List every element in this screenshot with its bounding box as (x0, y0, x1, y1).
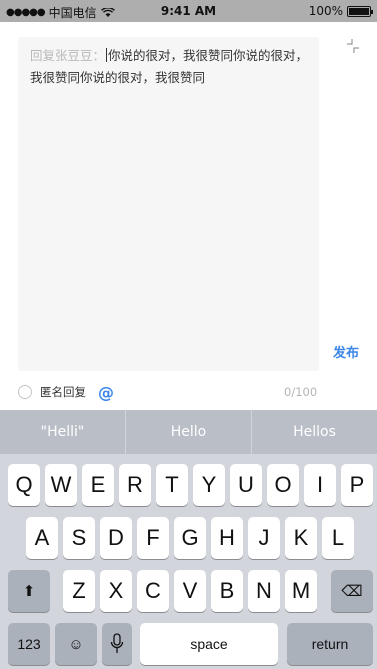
keyboard: "Helli" Hello Hellos Q W E R T Y U O I P… (0, 410, 377, 669)
backspace-icon: ⌫ (341, 583, 363, 600)
key-p[interactable]: P (341, 464, 373, 506)
numbers-key[interactable]: 123 (8, 623, 50, 665)
key-e[interactable]: E (82, 464, 114, 506)
text-caret (106, 48, 108, 62)
key-u[interactable]: U (230, 464, 262, 506)
key-b[interactable]: B (211, 570, 243, 612)
reply-prefix: 回复张豆豆： (30, 48, 106, 63)
anonymous-radio[interactable] (18, 385, 32, 399)
suggestion-item[interactable]: Hello (125, 410, 251, 454)
key-v[interactable]: V (174, 570, 206, 612)
key-s[interactable]: S (63, 517, 95, 559)
key-k[interactable]: K (285, 517, 317, 559)
reply-text: 回复张豆豆： 你说的很对，我很赞同你说的很对，我很赞同你说的很对，我很赞同 (18, 37, 319, 89)
key-c[interactable]: C (137, 570, 169, 612)
key-d[interactable]: D (100, 517, 132, 559)
key-z[interactable]: Z (63, 570, 95, 612)
key-m[interactable]: M (285, 570, 317, 612)
suggestion-bar: "Helli" Hello Hellos (0, 410, 377, 454)
mention-icon[interactable]: @ (98, 383, 114, 402)
emoji-key[interactable]: ☺ (55, 623, 97, 665)
key-f[interactable]: F (137, 517, 169, 559)
battery-percent: 100% (308, 4, 343, 18)
key-j[interactable]: J (248, 517, 280, 559)
key-g[interactable]: G (174, 517, 206, 559)
microphone-icon (110, 633, 124, 653)
backspace-key[interactable]: ⌫ (331, 570, 373, 612)
status-bar: ●●●●● 中国电信 9:41 AM 100% (0, 0, 377, 22)
key-h[interactable]: H (211, 517, 243, 559)
return-key[interactable]: return (287, 623, 373, 665)
key-r[interactable]: R (119, 464, 151, 506)
key-w[interactable]: W (45, 464, 77, 506)
key-q[interactable]: Q (8, 464, 40, 506)
key-x[interactable]: X (100, 570, 132, 612)
shift-key[interactable]: ⬆ (8, 570, 50, 612)
key-y[interactable]: Y (193, 464, 225, 506)
key-l[interactable]: L (322, 517, 354, 559)
status-right: 100% (308, 4, 373, 18)
battery-icon (347, 5, 373, 17)
options-row: 匿名回复 @ (18, 382, 114, 402)
suggestion-item[interactable]: Hellos (251, 410, 377, 454)
publish-button[interactable]: 发布 (333, 342, 359, 361)
key-a[interactable]: A (26, 517, 58, 559)
microphone-key[interactable] (102, 623, 132, 665)
emoji-icon: ☺ (68, 635, 84, 653)
key-n[interactable]: N (248, 570, 280, 612)
char-counter: 0/100 (284, 385, 318, 399)
shift-icon: ⬆ (22, 583, 36, 600)
reply-textarea[interactable]: 回复张豆豆： 你说的很对，我很赞同你说的很对，我很赞同你说的很对，我很赞同 (18, 37, 319, 371)
suggestion-item[interactable]: "Helli" (0, 410, 125, 454)
anonymous-label[interactable]: 匿名回复 (40, 384, 86, 400)
space-key[interactable]: space (140, 623, 278, 665)
key-o[interactable]: O (267, 464, 299, 506)
key-i[interactable]: I (304, 464, 336, 506)
collapse-icon[interactable] (343, 37, 363, 55)
key-t[interactable]: T (156, 464, 188, 506)
